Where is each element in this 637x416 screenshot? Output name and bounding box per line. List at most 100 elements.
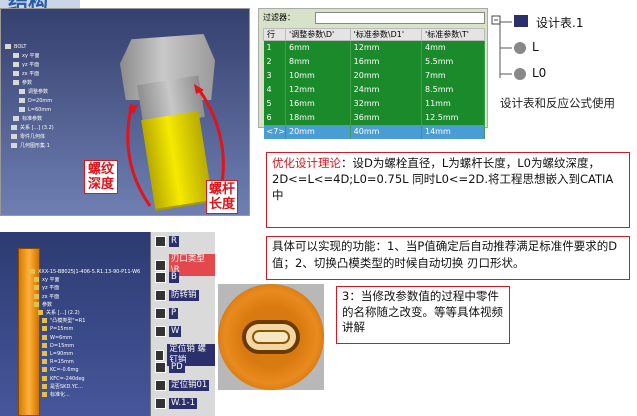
punch-slot xyxy=(252,330,290,344)
strip-item[interactable]: W.1-1 xyxy=(155,398,198,409)
column-header[interactable]: '标准参数\T' xyxy=(421,28,485,41)
table-row[interactable]: 2 8mm 16mm 5.5mm xyxy=(263,54,485,69)
tree-item-l0[interactable]: L0 xyxy=(532,66,546,80)
spec-tree-item[interactable]: W=6mm xyxy=(30,334,140,342)
spec-tree-label: 是否SKD.YC... xyxy=(50,383,83,390)
strip-label: B xyxy=(169,272,179,283)
spec-tree-label: KFC=-240deg xyxy=(50,375,85,382)
table-cell: 8mm xyxy=(285,54,351,69)
node-icon xyxy=(42,334,47,340)
table-row[interactable]: 3 10mm 20mm 7mm xyxy=(263,68,485,83)
table-cell: 10mm xyxy=(285,68,351,83)
parameter-icon xyxy=(155,349,165,361)
spec-tree-item[interactable]: "凸模类型"=R1 xyxy=(30,317,140,325)
table-row[interactable]: 4 12mm 24mm 8.5mm xyxy=(263,82,485,97)
spec-tree-item[interactable]: XXX-15-B8025J1-406-5.R1.13-90-P11-W6 xyxy=(30,268,140,276)
spec-tree-item[interactable]: L=90mm xyxy=(30,350,140,358)
strip-item[interactable]: P xyxy=(155,308,179,319)
spec-tree-item[interactable]: 参数 xyxy=(30,301,140,309)
spec-tree-label: XXX-15-B8025J1-406-5.R1.13-90-P11-W6 xyxy=(38,269,141,275)
table-cell: <7> xyxy=(263,124,286,139)
filter-input[interactable] xyxy=(315,12,485,24)
spec-tree-item[interactable]: P=15mm xyxy=(30,325,140,333)
table-cell: 1 xyxy=(263,40,286,55)
strip-item[interactable]: W xyxy=(155,326,182,337)
features-box: 具体可以实现的功能：1、当P值确定后自动推荐满足标准件要求的D值；2、切换凸模类… xyxy=(266,236,630,280)
strip-item[interactable]: B xyxy=(155,272,179,283)
strip-item[interactable]: R xyxy=(155,236,179,247)
table-cell: 11mm xyxy=(421,96,485,111)
parameter-strip: R 刃口类型\R B 防转销 P W 定位销 螺钉销 PD 定位销01 W.1-1 xyxy=(150,232,215,416)
table-cell: 5 xyxy=(263,96,286,111)
node-icon xyxy=(42,375,47,381)
node-icon xyxy=(34,301,39,307)
table-cell: 12.5mm xyxy=(421,110,485,125)
parameter-icon xyxy=(155,236,166,247)
opt-body-2: 2D<=L<=4D;L0=0.75L 同时L0<=2D.将工程思想嵌入到CATI… xyxy=(272,172,614,202)
spec-tree-label: KC=-0.6mg xyxy=(50,367,79,374)
column-header[interactable]: '调整参数\D' xyxy=(285,28,351,41)
table-cell: 16mm xyxy=(350,54,423,69)
node-icon xyxy=(38,310,43,316)
design-table-panel: 过滤器： 行 '调整参数\D' '标准参数\D1' '标准参数\T' 1 6mm 12mm… xyxy=(258,8,488,139)
spec-tree-label: W=6mm xyxy=(50,334,73,341)
table-row[interactable]: 6 18mm 36mm 12.5mm xyxy=(263,110,485,125)
tree-item-l[interactable]: L xyxy=(532,40,539,54)
optimization-theory-box: 优化设计理论：设D为螺栓直径，L为螺杆长度，L0为螺纹深度， 2D<=L<=4D… xyxy=(266,152,630,228)
table-cell: 36mm xyxy=(350,110,423,125)
table-cell: 6 xyxy=(263,110,286,125)
filter-label: 过滤器： xyxy=(263,13,295,22)
spec-tree-item[interactable]: 关系 [...] (2.2) xyxy=(30,309,140,317)
spec-tree-label: 关系 [...] (2.2) xyxy=(46,310,80,317)
strip-label: W xyxy=(169,326,182,337)
note-3-box: 3：当修改参数值的过程中零件的名称随之改变。等等具体视频讲解 xyxy=(336,286,510,344)
parameter-icon xyxy=(155,290,166,301)
table-cell: 14mm xyxy=(421,124,485,139)
parameter-icon xyxy=(155,380,166,391)
node-icon xyxy=(34,293,39,299)
parameter-icon xyxy=(155,272,166,283)
table-row[interactable]: 5 16mm 32mm 11mm xyxy=(263,96,485,111)
table-cell: 4 xyxy=(263,82,286,97)
strip-item[interactable]: 防转销 xyxy=(155,290,199,301)
table-row[interactable]: 1 6mm 12mm 4mm xyxy=(263,40,485,55)
table-cell: 6mm xyxy=(285,40,351,55)
table-cell: 32mm xyxy=(350,96,423,111)
column-header[interactable]: '标准参数\D1' xyxy=(349,28,423,41)
strip-label: R xyxy=(169,236,179,247)
spec-tree-item[interactable]: KC=-0.6mg xyxy=(30,366,140,374)
node-icon xyxy=(42,359,47,365)
table-cell: 24mm xyxy=(350,82,423,97)
table-cell: 5.5mm xyxy=(421,54,485,69)
spec-tree-item[interactable]: KFC=-240deg xyxy=(30,375,140,383)
table-row[interactable]: <7> 20mm 40mm 14mm xyxy=(263,124,485,139)
column-header[interactable]: 行 xyxy=(263,28,286,41)
strip-item[interactable]: 定位销01 xyxy=(155,380,210,391)
spec-tree-label: 标准化... xyxy=(50,392,70,399)
node-icon xyxy=(34,285,39,291)
spec-tree-item[interactable]: yz 平面 xyxy=(30,284,140,292)
node-icon xyxy=(30,269,35,274)
spec-tree-label: "凸模类型"=R1 xyxy=(50,318,86,325)
tree-item-design-table[interactable]: 设计表.1 xyxy=(536,14,583,31)
parameter-icon xyxy=(155,259,166,271)
node-icon xyxy=(42,351,47,357)
spec-tree-item[interactable]: D=15mm xyxy=(30,342,140,350)
table-cell: 20mm xyxy=(285,124,351,139)
spec-tree-label: yz 平面 xyxy=(42,285,60,292)
table-cell: 8.5mm xyxy=(421,82,485,97)
strip-item[interactable]: PD xyxy=(155,362,185,373)
strip-label: PD xyxy=(169,362,185,373)
spec-tree-item[interactable]: 标准化... xyxy=(30,391,140,399)
strip-label: 定位销01 xyxy=(169,380,210,391)
spec-tree-item[interactable]: zx 平面 xyxy=(30,293,140,301)
node-icon xyxy=(42,326,47,332)
spec-tree-item[interactable]: R=15mm xyxy=(30,358,140,366)
node-icon xyxy=(34,277,39,283)
spec-tree-item[interactable]: xy 平面 xyxy=(30,276,140,284)
table-cell: 2 xyxy=(263,54,286,69)
spec-tree-item[interactable]: 是否SKD.YC... xyxy=(30,383,140,391)
table-cell: 12mm xyxy=(350,40,423,55)
table-cell: 20mm xyxy=(350,68,423,83)
table-cell: 3 xyxy=(263,68,286,83)
